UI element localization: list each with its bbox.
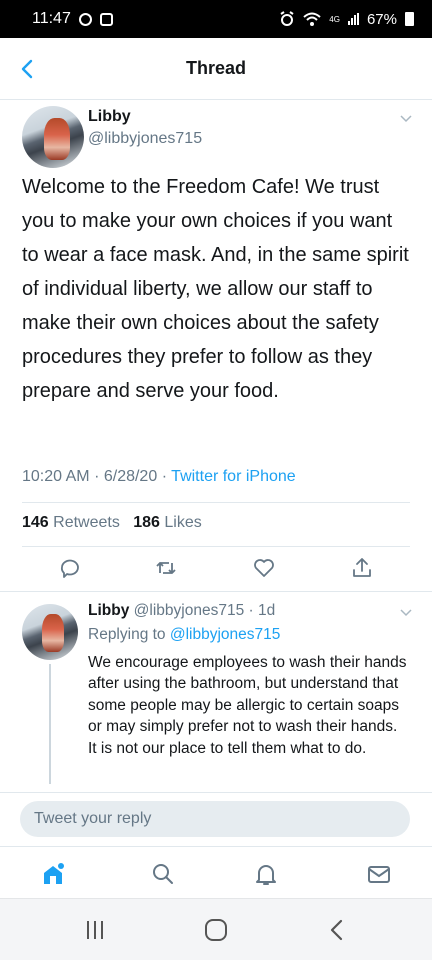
gallery-icon [99, 12, 113, 26]
page-title: Thread [185, 58, 246, 78]
status-bar: 11:47 4G 67% [0, 0, 432, 38]
tweet-text: Welcome to the Freedom Cafe! We trust yo… [22, 176, 409, 402]
status-time: 11:47 [32, 10, 71, 27]
reply-composer: Tweet your reply [0, 792, 432, 844]
author-handle[interactable]: @libbyjones715 [88, 130, 202, 148]
reply-input[interactable]: Tweet your reply [20, 801, 410, 837]
thread-line [49, 664, 51, 784]
chevron-down-icon[interactable] [400, 112, 412, 124]
meta-separator: · [248, 602, 254, 619]
back-arrow-icon[interactable] [16, 56, 38, 82]
avatar[interactable] [22, 106, 84, 168]
network-type: 4G [329, 14, 340, 24]
tweet-time: 10:20 AM [22, 468, 90, 485]
back-button-icon[interactable] [324, 917, 350, 943]
reply-chevron-down-icon[interactable] [400, 606, 412, 618]
likes-count[interactable]: 186 [133, 514, 160, 531]
divider [22, 546, 410, 547]
share-icon[interactable] [350, 556, 374, 580]
divider [22, 502, 410, 503]
like-heart-icon[interactable] [252, 556, 276, 580]
alarm-icon [280, 11, 294, 26]
meta-separator: · [94, 468, 104, 485]
reply-icon[interactable] [58, 556, 82, 580]
reply-text: We encourage employees to wash their han… [88, 654, 407, 757]
tweet-actions [0, 556, 432, 586]
author-name[interactable]: Libby [88, 108, 131, 126]
reply-author-name[interactable]: Libby [88, 602, 129, 619]
recent-apps-icon[interactable] [82, 917, 108, 943]
replying-prefix: Replying to [88, 626, 166, 643]
messages-envelope-icon[interactable] [366, 861, 392, 887]
wifi-icon [303, 12, 321, 26]
tweet-meta: 10:20 AM · 6/28/20 · Twitter for iPhone [22, 468, 296, 486]
reply-author-handle[interactable]: @libbyjones715 [134, 602, 245, 619]
reply-avatar[interactable] [22, 604, 78, 660]
battery-icon [405, 12, 414, 26]
notification-icon [78, 12, 92, 26]
tweet-source[interactable]: Twitter for iPhone [171, 468, 296, 485]
meta-separator: · [161, 468, 172, 485]
notifications-bell-icon[interactable] [253, 861, 279, 887]
system-nav-bar [0, 898, 432, 960]
main-tweet: Libby @libbyjones715 Welcome to the Free… [0, 100, 432, 592]
thread-header: Thread [0, 38, 432, 100]
signal-icon [347, 13, 359, 25]
home-icon[interactable] [40, 861, 66, 887]
reply-header: Libby @libbyjones715 · 1d [88, 602, 275, 620]
replying-to-handle[interactable]: @libbyjones715 [170, 626, 281, 643]
battery-percent: 67% [366, 10, 397, 28]
tweet-date: 6/28/20 [103, 468, 158, 485]
home-button-icon[interactable] [203, 917, 229, 943]
reply-tweet[interactable]: Libby @libbyjones715 · 1d Replying to @l… [0, 592, 432, 792]
retweets-count[interactable]: 146 [22, 514, 49, 531]
status-right: 4G 67% [279, 11, 414, 28]
replying-to: Replying to @libbyjones715 [88, 626, 280, 644]
tweet-stats: 146 Retweets 186 Likes [22, 514, 202, 532]
retweet-icon[interactable] [154, 556, 178, 580]
reply-age: 1d [257, 602, 276, 619]
status-left: 11:47 [32, 10, 113, 28]
retweets-label[interactable]: Retweets [53, 514, 120, 531]
search-icon[interactable] [150, 861, 176, 887]
bottom-nav [0, 846, 432, 898]
likes-label[interactable]: Likes [164, 514, 201, 531]
